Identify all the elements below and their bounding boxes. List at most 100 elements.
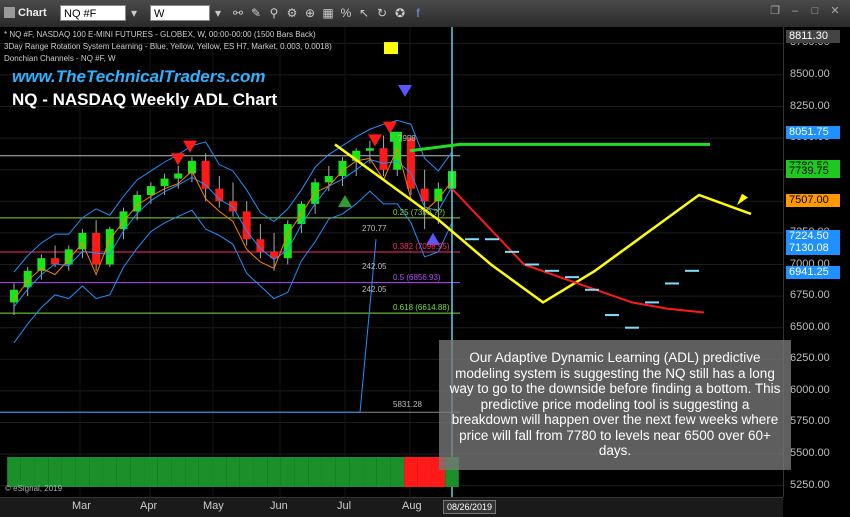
cursor-icon[interactable]: ↖ xyxy=(356,5,372,21)
histogram-bar xyxy=(390,457,405,487)
fib-level-label: 0.5 (6856.93) xyxy=(393,272,441,282)
star-icon[interactable]: ✪ xyxy=(392,5,408,21)
histogram-bar xyxy=(34,457,49,487)
bar-chart-icon[interactable]: ▦ xyxy=(320,5,336,21)
price-tag: 8811.30 xyxy=(786,29,840,43)
histogram-bar xyxy=(253,457,268,487)
histogram-bar xyxy=(212,457,227,487)
window-title: Chart xyxy=(18,7,47,19)
signal-square xyxy=(384,42,398,55)
histogram-bar xyxy=(226,457,240,487)
y-axis-tick-label: 8500.00 xyxy=(790,67,830,80)
histogram-bar xyxy=(144,457,158,487)
histogram-bar xyxy=(280,457,295,487)
histogram-bar xyxy=(267,457,281,487)
restore-icon[interactable]: ❐ xyxy=(766,3,784,19)
x-axis-tick-label: Apr xyxy=(140,500,158,512)
histogram-bar xyxy=(102,457,117,487)
candle-body xyxy=(379,148,388,170)
price-tag: 7507.00 xyxy=(786,194,840,208)
y-axis-tick-label: 6250.00 xyxy=(790,352,830,365)
facebook-icon[interactable]: f xyxy=(410,5,426,21)
price-annotation: 270.77 xyxy=(362,223,387,233)
histogram-bar xyxy=(294,457,309,487)
analysis-note: Our Adaptive Dynamic Learning (ADL) pred… xyxy=(439,340,791,470)
histogram-bar xyxy=(20,457,35,487)
candle-body xyxy=(92,232,101,265)
candle-body xyxy=(119,211,128,230)
x-axis-tick-label: Jun xyxy=(270,500,288,512)
copyright: © eSignal, 2019 xyxy=(5,484,63,493)
price-tag: 7739.75 xyxy=(786,165,840,178)
refresh-icon[interactable]: ↻ xyxy=(374,5,390,21)
link-icon[interactable]: ⚯ xyxy=(230,5,246,21)
histogram-bar xyxy=(48,457,62,487)
draw-icon[interactable]: ✎ xyxy=(248,5,264,21)
toolbar: Chart NQ #F ▾ W ▾ ⚯ ✎ ⚲ ⚙ ⊕ ▦ % ↖ ↻ ✪ f … xyxy=(0,0,850,28)
histogram-bar xyxy=(404,457,418,487)
y-axis-tick-label: 6500.00 xyxy=(790,320,830,333)
histogram-bar xyxy=(376,457,391,487)
info-line-2: 3Day Range Rotation System Learning - Bl… xyxy=(4,42,332,51)
y-axis-tick-label: 6000.00 xyxy=(790,383,830,396)
chart-title: NQ - NASDAQ Weekly ADL Chart xyxy=(12,90,278,109)
histogram-bar xyxy=(335,457,350,487)
projection-green xyxy=(409,142,710,153)
arrow-head xyxy=(737,193,748,206)
candle-body xyxy=(229,201,237,212)
price-tag: 6941.25 xyxy=(786,265,840,279)
y-axis-tick-label: 8250.00 xyxy=(790,99,830,112)
maximize-icon[interactable]: □ xyxy=(806,3,824,19)
symbol-input[interactable]: NQ #F xyxy=(60,5,126,21)
histogram-bar xyxy=(7,457,21,487)
histogram-bar xyxy=(157,457,172,487)
x-axis-tick-label: May xyxy=(203,500,224,512)
time-axis[interactable] xyxy=(0,497,783,517)
histogram-bar xyxy=(171,457,186,487)
chevron-down-icon[interactable]: ▾ xyxy=(126,5,142,21)
chevron-down-icon[interactable]: ▾ xyxy=(210,5,226,21)
interval-input[interactable]: W xyxy=(150,5,210,21)
settings-icon[interactable]: ⚙ xyxy=(284,5,300,21)
histogram-bar xyxy=(308,457,322,487)
price-tag: 8051.75 xyxy=(786,125,840,139)
price-annotation: 5831.28 xyxy=(393,399,422,409)
histogram-bar xyxy=(61,457,76,487)
histogram-bar xyxy=(349,457,364,487)
histogram-bar xyxy=(75,457,90,487)
price-annotation: 242.05 xyxy=(362,262,387,272)
candle-body xyxy=(146,186,155,195)
percent-icon[interactable]: % xyxy=(338,5,354,21)
histogram-bar xyxy=(130,457,145,487)
histogram-bar xyxy=(89,457,103,487)
histogram-bar xyxy=(185,457,199,487)
x-axis-tick-label: Jul xyxy=(337,500,352,512)
sell-signal xyxy=(183,140,197,153)
x-axis-tick-label: Mar xyxy=(72,500,91,512)
y-axis-tick-label: 5250.00 xyxy=(790,478,830,491)
zoom-icon[interactable]: ⊕ xyxy=(302,5,318,21)
histogram-bar xyxy=(198,457,213,487)
search-icon[interactable]: ⚲ xyxy=(266,5,282,21)
price-annotation: 7958 xyxy=(398,134,416,144)
candle-body xyxy=(174,173,183,179)
projection-red xyxy=(451,187,705,314)
histogram-bar xyxy=(321,457,336,487)
histogram-bar xyxy=(239,457,254,487)
x-axis-tick-label: Aug xyxy=(402,500,422,512)
close-icon[interactable]: ✕ xyxy=(826,3,844,19)
minimize-icon[interactable]: – xyxy=(786,3,804,19)
info-line-1: * NQ #F, NASDAQ 100 E-MINI FUTURES - GLO… xyxy=(4,30,316,39)
fib-level-label: 0.618 (6614.88) xyxy=(393,303,450,313)
price-tag: 7130.08 xyxy=(786,242,840,256)
histogram-bar xyxy=(417,457,432,487)
channel-drop-line xyxy=(0,239,377,413)
candle-body xyxy=(160,178,169,187)
histogram-bar xyxy=(363,457,377,487)
candle-body xyxy=(324,176,333,183)
histogram-bar xyxy=(116,457,131,487)
sell-signal xyxy=(171,153,185,166)
fib-level-label: 0.25 (7369.??) xyxy=(393,207,446,217)
cursor-date-tag: 08/26/2019 xyxy=(443,500,497,514)
y-axis-tick-label: 5750.00 xyxy=(790,415,830,428)
